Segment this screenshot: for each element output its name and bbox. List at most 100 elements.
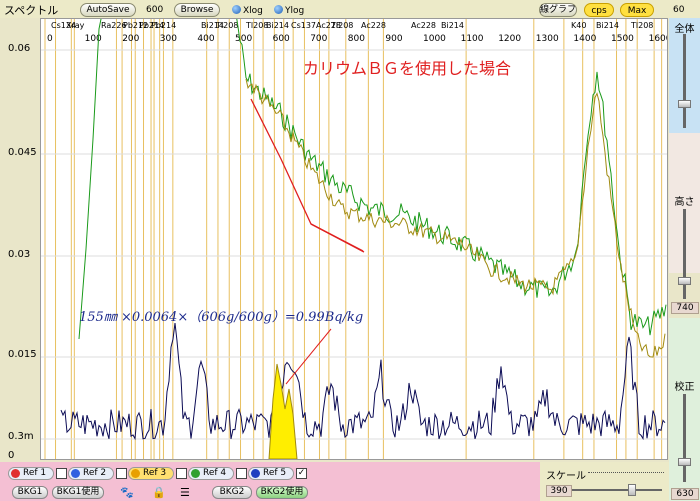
bkg1-use-button[interactable]: BKG1使用 — [52, 486, 104, 499]
ref-button-3[interactable]: Ref 3 — [128, 467, 174, 480]
ref-checkbox-1[interactable] — [56, 468, 67, 479]
navy-spectrum — [60, 323, 666, 441]
peak-label: Tl208 — [330, 21, 353, 30]
cps-toggle[interactable]: cps — [584, 3, 614, 17]
peak-label: Ac228 — [361, 21, 386, 30]
ref-color-icon — [131, 469, 140, 478]
max-toggle[interactable]: Max — [620, 3, 654, 17]
scale-slider[interactable] — [628, 484, 636, 496]
x-tick-label: 200 — [122, 34, 139, 44]
annotation-formula: 155㎜ ×0.0064×（606g/600g）=0.99Bq/kg — [79, 309, 363, 325]
baseline-red-line — [250, 98, 365, 253]
zoom-track — [683, 34, 686, 128]
annotation-title: カリウムＢＧを使用した場合 — [303, 59, 511, 78]
radio-icon — [274, 5, 283, 14]
height-value: 740 — [671, 302, 699, 314]
y-tick-label: 0.045 — [8, 147, 37, 158]
ref-checkbox-5[interactable]: ✓ — [296, 468, 307, 479]
x-tick-label: 600 — [273, 34, 290, 44]
browse-button[interactable]: Browse — [174, 3, 220, 17]
peak-label: K40 — [571, 21, 586, 30]
bkg2-button[interactable]: BKG2 — [212, 486, 252, 499]
bkg2-use-button[interactable]: BKG2使用 — [256, 486, 308, 499]
y-tick-label: 0.06 — [8, 43, 31, 54]
spectrum-plot[interactable]: 0 100 200 300 400 500 600 700 800 900 1000 1100 1200… — [40, 18, 668, 460]
x-tick-label: 800 — [348, 34, 365, 44]
line-graph-button[interactable]: 線グラフ — [539, 3, 577, 17]
x-tick-label: 500 — [235, 34, 252, 44]
lock-icon[interactable]: 🔒 — [152, 486, 166, 499]
x-tick-label: 1100 — [461, 34, 484, 44]
peak-label: Pb214 — [151, 21, 176, 30]
peak-label: Tl208 — [215, 21, 238, 30]
window-title: スペクトル — [4, 4, 59, 17]
calib-panel: 校正 — [669, 318, 700, 501]
xlog-toggle[interactable]: Xlog — [232, 5, 263, 16]
ref-label: Ref 5 — [263, 468, 287, 478]
height-slider[interactable] — [678, 277, 691, 285]
ref-color-icon — [71, 469, 80, 478]
reference-bar: Ref 1 Ref 2 Ref 3 Ref 4 Ref 5 ✓ BKG1 BKG1使用 🐾… — [0, 462, 540, 501]
top-toolbar: スペクトル AutoSave 600 Browse Xlog Ylog 線グラフ… — [0, 0, 700, 18]
x-tick-label: 1400 — [573, 34, 596, 44]
ref-color-icon — [251, 469, 260, 478]
x-tick-label: 1300 — [536, 34, 559, 44]
ref-label: Ref 3 — [143, 468, 167, 478]
ref-button-2[interactable]: Ref 2 — [68, 467, 114, 480]
x-tick-label: 400 — [197, 34, 214, 44]
ref-color-icon — [191, 469, 200, 478]
calib-track — [683, 394, 686, 482]
peak-label: Tl208 — [630, 21, 653, 30]
ref-label: Ref 1 — [23, 468, 47, 478]
ref-label: Ref 4 — [203, 468, 227, 478]
list-icon[interactable]: ☰ — [180, 486, 190, 499]
y-tick-label: 0 — [8, 450, 15, 461]
scale-value: 390 — [546, 485, 572, 497]
x-tick-label: 700 — [310, 34, 327, 44]
peak-label: Ac228 — [411, 21, 436, 30]
right-value: 60 — [673, 5, 685, 15]
radio-icon — [232, 5, 241, 14]
baseline-red-line-2 — [310, 223, 364, 252]
peak-label: Xray — [66, 21, 85, 30]
zoom-label: 全体 — [674, 24, 695, 35]
x-tick-label: 100 — [85, 34, 102, 44]
x-tick-label: 1500 — [611, 34, 634, 44]
green-spectrum-left — [78, 19, 102, 340]
paw-icon[interactable]: 🐾 — [120, 486, 134, 499]
calib-slider[interactable] — [678, 458, 691, 466]
scale-label: スケール — [546, 471, 586, 482]
height-panel: 高さ — [669, 133, 700, 299]
ref-button-4[interactable]: Ref 4 — [188, 467, 234, 480]
x-tick-label: 1200 — [498, 34, 521, 44]
y-tick-label: 0.015 — [8, 349, 37, 360]
zoom-slider[interactable] — [678, 100, 691, 108]
calib-value: 630 — [671, 488, 699, 500]
y-tick-label: 0.03 — [8, 249, 31, 260]
height-label: 高さ — [674, 197, 695, 208]
calib-label: 校正 — [674, 382, 695, 393]
scale-panel: スケール 390 — [540, 462, 669, 501]
scale-ticks — [588, 472, 664, 474]
ref-button-5[interactable]: Ref 5 — [248, 467, 294, 480]
ref-checkbox-4[interactable] — [236, 468, 247, 479]
ylog-toggle[interactable]: Ylog — [274, 5, 304, 16]
x-tick-label: 1000 — [423, 34, 446, 44]
peak-label: Bi214 — [441, 21, 464, 30]
ref-color-icon — [11, 469, 20, 478]
x-tick-label: 1600 — [649, 34, 668, 44]
time-value: 600 — [146, 5, 164, 15]
peak-label: Tl208 — [245, 21, 268, 30]
x-tick-label: 900 — [385, 34, 402, 44]
ref-button-1[interactable]: Ref 1 — [8, 467, 54, 480]
bkg1-button[interactable]: BKG1 — [12, 486, 48, 499]
peak-label: Cs137 — [291, 21, 316, 30]
autosave-button[interactable]: AutoSave — [80, 3, 136, 17]
ref-checkbox-3[interactable] — [176, 468, 187, 479]
right-sidebar: 全体 高さ 740 校正 630 — [669, 18, 700, 501]
ref-checkbox-2[interactable] — [116, 468, 127, 479]
zoom-panel: 全体 — [669, 18, 700, 133]
height-track — [683, 209, 686, 299]
ref-label: Ref 2 — [83, 468, 107, 478]
x-tick-label: 0 — [47, 34, 53, 44]
